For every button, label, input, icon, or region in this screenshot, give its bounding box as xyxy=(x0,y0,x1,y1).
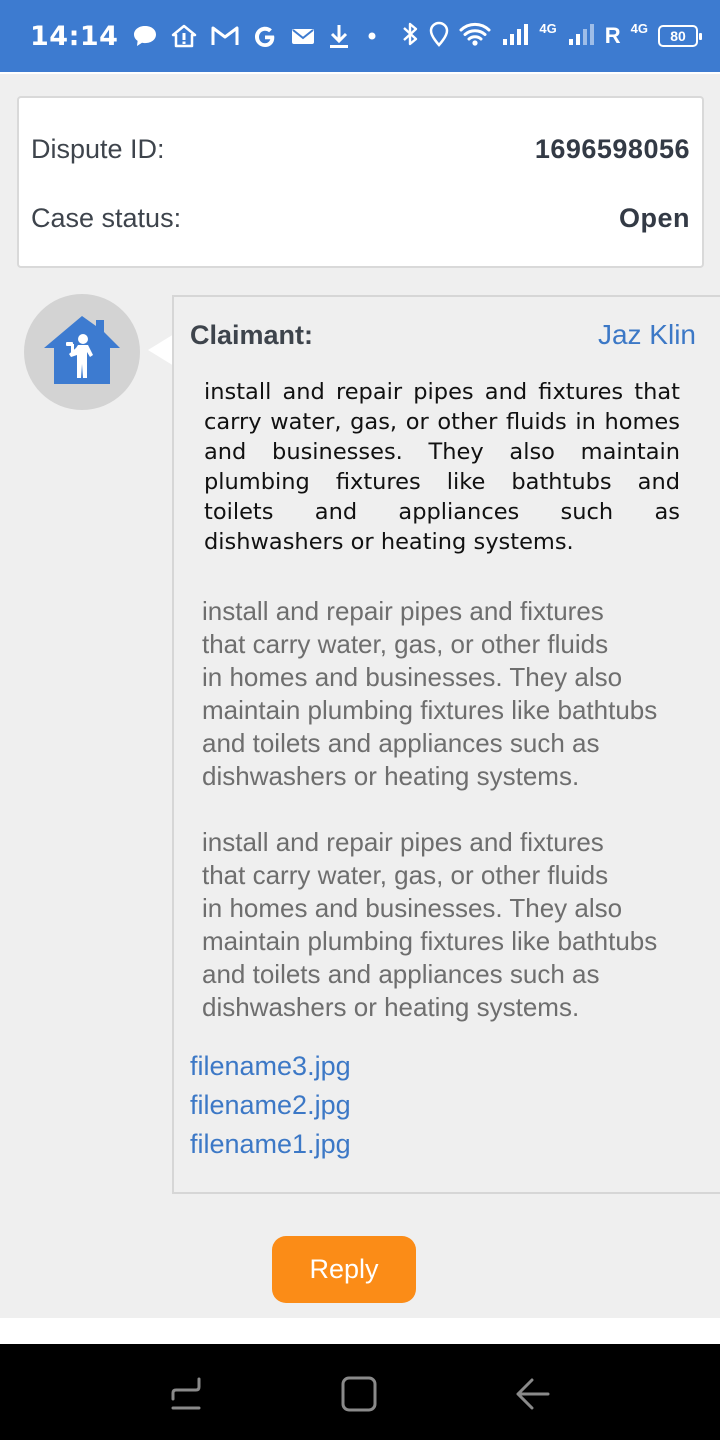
message-card: Claimant: Jaz Klin install and repair pi… xyxy=(172,295,720,1194)
battery-icon: 80 xyxy=(658,25,702,47)
dispute-id-value: 1696598056 xyxy=(534,134,690,164)
message-header: Claimant: Jaz Klin xyxy=(190,319,696,351)
email-icon xyxy=(290,25,316,47)
chat-bubble-icon xyxy=(132,24,158,48)
dispute-id-label: Dispute ID: xyxy=(31,134,165,164)
dot-icon xyxy=(362,26,382,46)
case-status-row: Case status: Open xyxy=(31,203,690,234)
message-paragraph: install and repair pipes and fixtures th… xyxy=(204,379,680,555)
reply-button[interactable]: Reply xyxy=(272,1236,416,1303)
system-icons: 4G R 4G 80 xyxy=(401,20,702,52)
signal-icon xyxy=(501,21,529,52)
home-icon[interactable] xyxy=(339,1374,379,1414)
sender-name-link[interactable]: Jaz Klin xyxy=(598,319,696,351)
network-type-label: 4G xyxy=(539,20,557,36)
recent-apps-icon[interactable] xyxy=(166,1374,206,1414)
network-type-label-2: 4G xyxy=(630,20,648,36)
plumber-house-icon xyxy=(42,314,122,391)
home-alert-icon xyxy=(170,23,198,49)
message-paragraph-quoted: install and repair pipes and fixtures th… xyxy=(202,596,658,791)
claimant-avatar xyxy=(24,294,140,410)
message-pointer xyxy=(148,334,174,366)
notification-icons xyxy=(132,22,382,50)
roaming-label: R xyxy=(604,23,621,48)
signal-icon xyxy=(567,21,595,52)
case-info-card: Dispute ID: 1696598056 Case status: Open xyxy=(17,96,704,268)
attachment-link[interactable]: filename1.jpg xyxy=(190,1125,351,1164)
bluetooth-icon xyxy=(401,21,419,52)
download-icon xyxy=(328,22,350,50)
attachment-list: filename3.jpg filename2.jpg filename1.jp… xyxy=(190,1047,351,1164)
location-icon xyxy=(429,21,449,52)
case-status-label: Case status: xyxy=(31,203,182,233)
attachment-link[interactable]: filename2.jpg xyxy=(190,1086,351,1125)
wifi-icon xyxy=(459,21,491,52)
status-bar: 14:14 4G R 4G 80 xyxy=(0,0,720,72)
system-nav-bar xyxy=(0,1344,720,1440)
attachment-link[interactable]: filename3.jpg xyxy=(190,1047,351,1086)
message-paragraph-quoted: install and repair pipes and fixtures th… xyxy=(202,827,658,1022)
case-status-value: Open xyxy=(618,203,690,233)
bottom-divider xyxy=(0,1318,720,1344)
gmail-icon xyxy=(210,24,240,48)
google-icon xyxy=(252,23,278,49)
dispute-id-row: Dispute ID: 1696598056 xyxy=(31,134,690,165)
status-time: 14:14 xyxy=(30,20,119,52)
back-icon[interactable] xyxy=(512,1374,552,1414)
sender-label: Claimant: xyxy=(190,319,314,350)
